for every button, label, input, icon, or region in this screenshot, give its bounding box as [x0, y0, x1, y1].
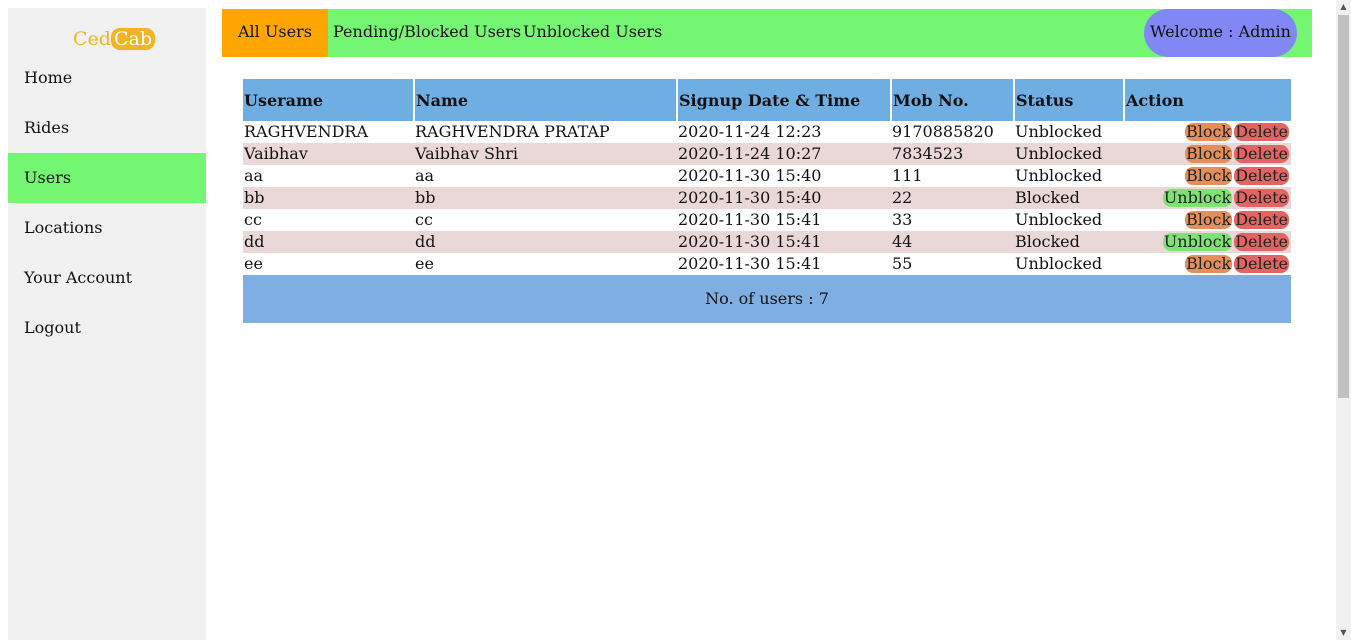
cell-name: ee — [414, 253, 677, 275]
cell-action: Block Delete — [1124, 143, 1291, 165]
scrollbar-thumb[interactable] — [1338, 15, 1349, 398]
table-row: dd dd 2020-11-30 15:41 44 Blocked Unbloc… — [243, 231, 1291, 253]
sidebar-item-your-account[interactable]: Your Account — [8, 253, 206, 303]
users-table: Userame Name Signup Date & Time Mob No. … — [243, 79, 1291, 323]
table-row: cc cc 2020-11-30 15:41 33 Unblocked Bloc… — [243, 209, 1291, 231]
cell-status: Unblocked — [1014, 253, 1124, 275]
cell-action: Block Delete — [1124, 253, 1291, 275]
cell-status: Unblocked — [1014, 165, 1124, 187]
cell-mobile: 55 — [891, 253, 1014, 275]
cell-action: Block Delete — [1124, 165, 1291, 187]
logo-text-cab: Cab — [110, 28, 155, 50]
cell-mobile: 7834523 — [891, 143, 1014, 165]
tab-pending-blocked-users[interactable]: Pending/Blocked Users — [333, 9, 521, 57]
cell-username: Vaibhav — [243, 143, 414, 165]
table-row: RAGHVENDRA RAGHVENDRA PRATAP 2020-11-24 … — [243, 121, 1291, 143]
sidebar-item-users[interactable]: Users — [8, 153, 206, 203]
tab-unblocked-users[interactable]: Unblocked Users — [523, 9, 662, 57]
cell-status: Unblocked — [1014, 143, 1124, 165]
cell-username: ee — [243, 253, 414, 275]
welcome-badge[interactable]: Welcome : Admin — [1144, 9, 1297, 57]
cell-name: cc — [414, 209, 677, 231]
table-footer-row: No. of users : 7 — [243, 275, 1291, 323]
table-header-row: Userame Name Signup Date & Time Mob No. … — [243, 79, 1291, 121]
column-header-action: Action — [1124, 79, 1291, 121]
cell-status: Blocked — [1014, 187, 1124, 209]
delete-button[interactable]: Delete — [1234, 233, 1289, 251]
table-row: bb bb 2020-11-30 15:40 22 Blocked Unbloc… — [243, 187, 1291, 209]
cell-name: bb — [414, 187, 677, 209]
users-table-container: Userame Name Signup Date & Time Mob No. … — [243, 79, 1291, 323]
cell-name: dd — [414, 231, 677, 253]
unblock-button[interactable]: Unblock — [1162, 233, 1233, 251]
cell-mobile: 9170885820 — [891, 121, 1014, 143]
cell-mobile: 33 — [891, 209, 1014, 231]
app-logo[interactable]: Ced Cab — [73, 28, 155, 50]
delete-button[interactable]: Delete — [1234, 145, 1289, 163]
unblock-button[interactable]: Unblock — [1162, 189, 1233, 207]
sidebar-item-logout[interactable]: Logout — [8, 303, 206, 353]
cell-action: Block Delete — [1124, 121, 1291, 143]
table-row: aa aa 2020-11-30 15:40 111 Unblocked Blo… — [243, 165, 1291, 187]
block-button[interactable]: Block — [1185, 145, 1233, 163]
cell-username: dd — [243, 231, 414, 253]
scroll-up-arrow-icon[interactable]: ▲ — [1336, 0, 1351, 14]
block-button[interactable]: Block — [1185, 255, 1233, 273]
top-nav-bar: All Users Pending/Blocked Users Unblocke… — [222, 9, 1312, 57]
cell-username: cc — [243, 209, 414, 231]
column-header-mobile: Mob No. — [891, 79, 1015, 121]
table-row: ee ee 2020-11-30 15:41 55 Unblocked Bloc… — [243, 253, 1291, 275]
cell-name: RAGHVENDRA PRATAP — [414, 121, 677, 143]
tab-all-users[interactable]: All Users — [222, 9, 328, 57]
cell-signup: 2020-11-30 15:40 — [677, 165, 891, 187]
logo-text-ced: Ced — [73, 28, 111, 50]
sidebar: Ced Cab Home Rides Users Locations Your A… — [8, 8, 206, 640]
cell-username: aa — [243, 165, 414, 187]
cell-signup: 2020-11-30 15:41 — [677, 209, 891, 231]
cell-action: Block Delete — [1124, 209, 1291, 231]
cell-username: RAGHVENDRA — [243, 121, 414, 143]
column-header-status: Status — [1014, 79, 1125, 121]
cell-status: Blocked — [1014, 231, 1124, 253]
column-header-signup: Signup Date & Time — [677, 79, 892, 121]
block-button[interactable]: Block — [1185, 167, 1233, 185]
cell-signup: 2020-11-24 10:27 — [677, 143, 891, 165]
delete-button[interactable]: Delete — [1234, 189, 1289, 207]
cell-status: Unblocked — [1014, 209, 1124, 231]
sidebar-item-home[interactable]: Home — [8, 53, 206, 103]
cell-mobile: 22 — [891, 187, 1014, 209]
delete-button[interactable]: Delete — [1234, 123, 1289, 141]
cell-signup: 2020-11-30 15:41 — [677, 231, 891, 253]
cell-signup: 2020-11-30 15:41 — [677, 253, 891, 275]
column-header-username: Userame — [243, 79, 415, 121]
block-button[interactable]: Block — [1185, 123, 1233, 141]
cell-name: aa — [414, 165, 677, 187]
user-count: No. of users : 7 — [243, 275, 1291, 323]
delete-button[interactable]: Delete — [1234, 211, 1289, 229]
cell-signup: 2020-11-30 15:40 — [677, 187, 891, 209]
cell-name: Vaibhav Shri — [414, 143, 677, 165]
scroll-down-arrow-icon[interactable]: ▼ — [1336, 626, 1351, 640]
cell-status: Unblocked — [1014, 121, 1124, 143]
cell-mobile: 44 — [891, 231, 1014, 253]
delete-button[interactable]: Delete — [1234, 167, 1289, 185]
cell-mobile: 111 — [891, 165, 1014, 187]
cell-username: bb — [243, 187, 414, 209]
cell-action: Unblock Delete — [1124, 231, 1291, 253]
sidebar-item-rides[interactable]: Rides — [8, 103, 206, 153]
cell-signup: 2020-11-24 12:23 — [677, 121, 891, 143]
vertical-scrollbar[interactable]: ▲ ▼ — [1336, 0, 1351, 640]
block-button[interactable]: Block — [1185, 211, 1233, 229]
column-header-name: Name — [414, 79, 678, 121]
cell-action: Unblock Delete — [1124, 187, 1291, 209]
table-row: Vaibhav Vaibhav Shri 2020-11-24 10:27 78… — [243, 143, 1291, 165]
sidebar-item-locations[interactable]: Locations — [8, 203, 206, 253]
delete-button[interactable]: Delete — [1234, 255, 1289, 273]
